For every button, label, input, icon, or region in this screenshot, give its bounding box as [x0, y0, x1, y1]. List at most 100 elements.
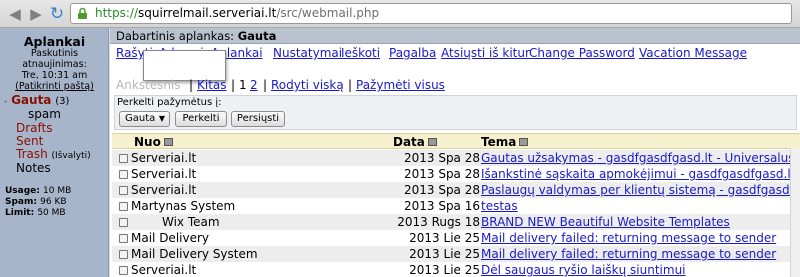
- column-date-label: Data: [393, 135, 425, 149]
- row-checkbox[interactable]: [119, 234, 128, 243]
- table-row[interactable]: Serveriai.lt 2013 Lie 25 Dėl saugaus ryšio…: [112, 262, 800, 277]
- message-from: Martynas System: [131, 199, 236, 213]
- current-page: 1: [239, 78, 247, 92]
- quota-value: 96 KB: [40, 197, 67, 207]
- menu-fetch[interactable]: Atsiųsti iš kitur: [441, 46, 530, 60]
- row-checkbox[interactable]: [119, 202, 128, 211]
- move-button[interactable]: Perkelti: [175, 111, 227, 127]
- sort-icon[interactable]: [163, 138, 173, 146]
- forward-button[interactable]: Persiųsti: [231, 111, 285, 127]
- message-date: 2013 Lie 25: [409, 247, 480, 261]
- folder-item-gauta[interactable]: - Gauta (3): [4, 93, 69, 107]
- next-page-link[interactable]: Kitas: [197, 78, 227, 92]
- target-folder-value: Gauta: [125, 113, 156, 124]
- table-row[interactable]: Martynas System 2013 Spa 16 testas: [112, 198, 800, 214]
- folder-item-drafts[interactable]: Drafts: [16, 121, 53, 135]
- menu-vacation-message[interactable]: Vacation Message: [639, 46, 747, 60]
- menu-help[interactable]: Pagalba: [389, 46, 436, 60]
- message-from: Serveriai.lt: [131, 167, 197, 181]
- row-checkbox[interactable]: [119, 170, 128, 179]
- folder-item-trash[interactable]: Trash (Išvalyti): [16, 147, 91, 161]
- message-date: 2013 Spa 16: [403, 199, 480, 213]
- pagination: Ankstesnis | Kitas | 1 2 | Rodyti viską …: [110, 77, 800, 94]
- row-checkbox[interactable]: [119, 218, 128, 227]
- row-checkbox[interactable]: [119, 266, 128, 275]
- current-folder-marker: -: [4, 97, 8, 107]
- message-table-header: Nuo Data Tema: [112, 133, 800, 149]
- column-from-label: Nuo: [134, 135, 161, 149]
- url-host: squirrelmail.serveriai.lt: [138, 6, 277, 20]
- lock-icon: [78, 7, 87, 19]
- row-checkbox[interactable]: [119, 186, 128, 195]
- target-folder-select[interactable]: Gauta ▼: [119, 111, 170, 127]
- sort-icon[interactable]: [427, 138, 437, 146]
- table-row[interactable]: Mail Delivery 2013 Lie 25 Mail delivery fa…: [112, 230, 800, 246]
- table-row[interactable]: Mail Delivery System 2013 Lie 25 Mail deli…: [112, 246, 800, 262]
- column-from[interactable]: Nuo: [134, 135, 173, 149]
- folders-title: Aplankai: [23, 34, 86, 49]
- menu-search[interactable]: Ieškoti: [341, 46, 380, 60]
- message-subject-link[interactable]: Mail delivery failed: returning message …: [481, 231, 795, 245]
- last-refresh-label: Paskutinis atnaujinimas:: [22, 48, 87, 70]
- table-row[interactable]: Serveriai.lt 2013 Spa 28 Gautas užsakymas …: [112, 150, 800, 166]
- message-subject-link[interactable]: BRAND NEW Beautiful Website Templates: [481, 215, 795, 229]
- url-text: https://squirrelmail.serveriai.lt/src/we…: [95, 6, 379, 20]
- column-subject[interactable]: Tema: [481, 135, 529, 149]
- message-from: Serveriai.lt: [131, 263, 197, 277]
- table-row[interactable]: Serveriai.lt 2013 Spa 28 Paslaugų valdymas…: [112, 182, 800, 198]
- address-bar[interactable]: https://squirrelmail.serveriai.lt/src/we…: [70, 3, 792, 24]
- folder-item-notes[interactable]: Notes: [16, 161, 51, 175]
- last-refresh: Paskutinis atnaujinimas: Tre, 10:31 am (…: [0, 48, 109, 92]
- folder-label[interactable]: Notes: [16, 161, 51, 175]
- quota-label: Limit:: [5, 208, 35, 218]
- message-from: Mail Delivery: [131, 231, 209, 245]
- folder-label[interactable]: Drafts: [16, 121, 53, 135]
- row-checkbox[interactable]: [119, 250, 128, 259]
- folder-label[interactable]: Sent: [16, 134, 43, 148]
- folder-item-sent[interactable]: Sent: [16, 134, 43, 148]
- table-row[interactable]: Wix Team 2013 Rugs 18 BRAND NEW Beautiful …: [112, 214, 800, 230]
- folder-label[interactable]: spam: [28, 107, 61, 121]
- folder-pane: Aplankai Paskutinis atnaujinimas: Tre, 1…: [0, 28, 109, 277]
- reload-icon[interactable]: ↻: [48, 5, 66, 23]
- menu-change-password[interactable]: Change Password: [529, 46, 635, 60]
- select-all-link[interactable]: Pažymėti visus: [356, 78, 445, 92]
- show-all-link[interactable]: Rodyti viską: [271, 78, 344, 92]
- check-mail-link[interactable]: (Patikrinti paštą): [15, 81, 94, 92]
- quota-limit: Limit: 50 MB: [5, 208, 66, 218]
- current-folder-name: Gauta: [237, 29, 277, 43]
- prev-page-link: Ankstesnis: [116, 78, 181, 92]
- current-folder-label: Dabartinis aplankas:: [116, 29, 235, 43]
- message-subject-link[interactable]: Išankstinė sąskaita apmokėjimui - gasdfg…: [481, 167, 795, 181]
- unread-count: (3): [55, 96, 70, 107]
- message-date: 2013 Spa 28: [403, 183, 480, 197]
- quota-value: 50 MB: [37, 208, 66, 218]
- message-subject-link[interactable]: Paslaugų valdymas per klientų sistemą - …: [481, 183, 795, 197]
- menu-options[interactable]: Nustatymai: [273, 46, 342, 60]
- vertical-scrollbar[interactable]: [790, 148, 800, 277]
- page-link-2[interactable]: 2: [250, 78, 258, 92]
- message-from: Wix Team: [162, 215, 220, 229]
- browser-toolbar: ◀ ▶ ↻ https://squirrelmail.serveriai.lt/…: [0, 0, 800, 28]
- folder-label[interactable]: Gauta: [11, 93, 51, 107]
- folder-label[interactable]: Trash: [16, 147, 48, 161]
- quota-value: 10 MB: [43, 186, 72, 196]
- message-date: 2013 Rugs 18: [397, 215, 480, 229]
- quota-label: Spam:: [5, 197, 37, 207]
- quota-spam: Spam: 96 KB: [5, 197, 67, 207]
- message-subject-link[interactable]: Gautas užsakymas - gasdfgasdfgasd.lt - U…: [481, 151, 795, 165]
- sort-icon[interactable]: [519, 138, 529, 146]
- quota-label: Usage:: [5, 186, 40, 196]
- forward-arrow-icon[interactable]: ▶: [27, 5, 45, 23]
- message-subject-link[interactable]: Mail delivery failed: returning message …: [481, 247, 795, 261]
- message-subject-link[interactable]: Dėl saugaus ryšio laiškų siuntimui: [481, 263, 795, 277]
- purge-trash-link[interactable]: (Išvalyti): [52, 151, 91, 161]
- back-arrow-icon[interactable]: ◀: [6, 5, 24, 23]
- row-checkbox[interactable]: [119, 154, 128, 163]
- table-row[interactable]: Serveriai.lt 2013 Spa 28 Išankstinė sąskai…: [112, 166, 800, 182]
- message-subject-link[interactable]: testas: [481, 199, 795, 213]
- message-date: 2013 Lie 25: [409, 231, 480, 245]
- message-from: Serveriai.lt: [131, 151, 197, 165]
- column-date[interactable]: Data: [393, 135, 437, 149]
- folder-item-spam[interactable]: spam: [28, 107, 61, 121]
